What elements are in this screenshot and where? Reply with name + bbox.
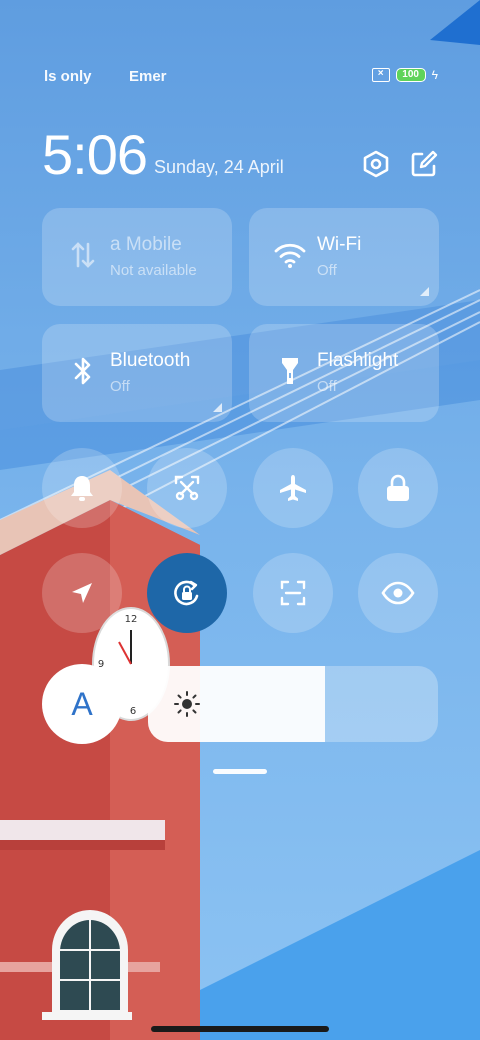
tile-status: Not available [110,262,197,279]
toggle-lock-screen[interactable] [358,448,438,528]
date-label[interactable]: Sunday, 24 April [154,157,284,178]
charging-bolt-icon: ϟ [431,68,438,82]
airplane-icon [280,475,306,501]
toggle-scanner[interactable] [253,553,333,633]
tile-label: Flashlight [317,350,399,371]
bluetooth-icon [66,354,100,388]
carrier-label-1: ls only [44,68,92,85]
edit-icon[interactable] [408,148,440,180]
tile-label: Wi-Fi [317,234,362,255]
toggle-mute[interactable] [42,448,122,528]
carrier-label-2: Emer [129,68,167,85]
tile-status: Off [110,378,130,395]
mobile-data-icon [66,238,100,272]
svg-text:12: 12 [125,614,138,625]
tile-status: Off [317,262,337,279]
screenshot-scissors-icon [174,475,200,501]
tile-label: Bluetooth [110,350,191,371]
location-icon [72,583,92,603]
tile-mobile-data[interactable]: a Mobile Not available [42,208,232,306]
tile-flashlight[interactable]: Flashlight Off [249,324,439,422]
wifi-icon [273,238,307,272]
expand-corner-icon[interactable] [213,403,222,412]
toggle-reading-mode[interactable] [358,553,438,633]
brightness-slider[interactable] [148,666,438,742]
expand-corner-icon[interactable] [420,287,429,296]
home-indicator[interactable] [151,1026,329,1032]
tile-label: a Mobile [110,234,182,255]
battery-icon: 100 [395,68,426,82]
auto-brightness-label: A [71,685,93,722]
panel-pull-handle[interactable] [213,769,267,774]
tile-wifi[interactable]: Wi-Fi Off [249,208,439,306]
rotation-lock-icon [174,580,199,606]
toggle-location[interactable] [42,553,122,633]
status-bar: ls only Emer × 100 ϟ [0,60,480,92]
lock-icon [387,474,409,501]
settings-hexagon-icon[interactable] [360,148,392,180]
toggle-airplane[interactable] [253,448,333,528]
toggle-screenshot[interactable] [147,448,227,528]
reading-mode-eye-icon [381,581,415,605]
toggle-rotation-lock[interactable] [147,553,227,633]
tile-bluetooth[interactable]: Bluetooth Off [42,324,232,422]
scan-icon [280,580,306,606]
bell-icon [71,476,93,501]
sim-x-icon: × [371,68,390,82]
tile-status: Off [317,378,337,395]
clock-time[interactable]: 5:06 [42,122,148,187]
auto-brightness-button[interactable]: A [42,664,122,744]
svg-text:6: 6 [130,706,136,717]
flashlight-icon [273,354,307,388]
sun-icon [174,691,200,717]
